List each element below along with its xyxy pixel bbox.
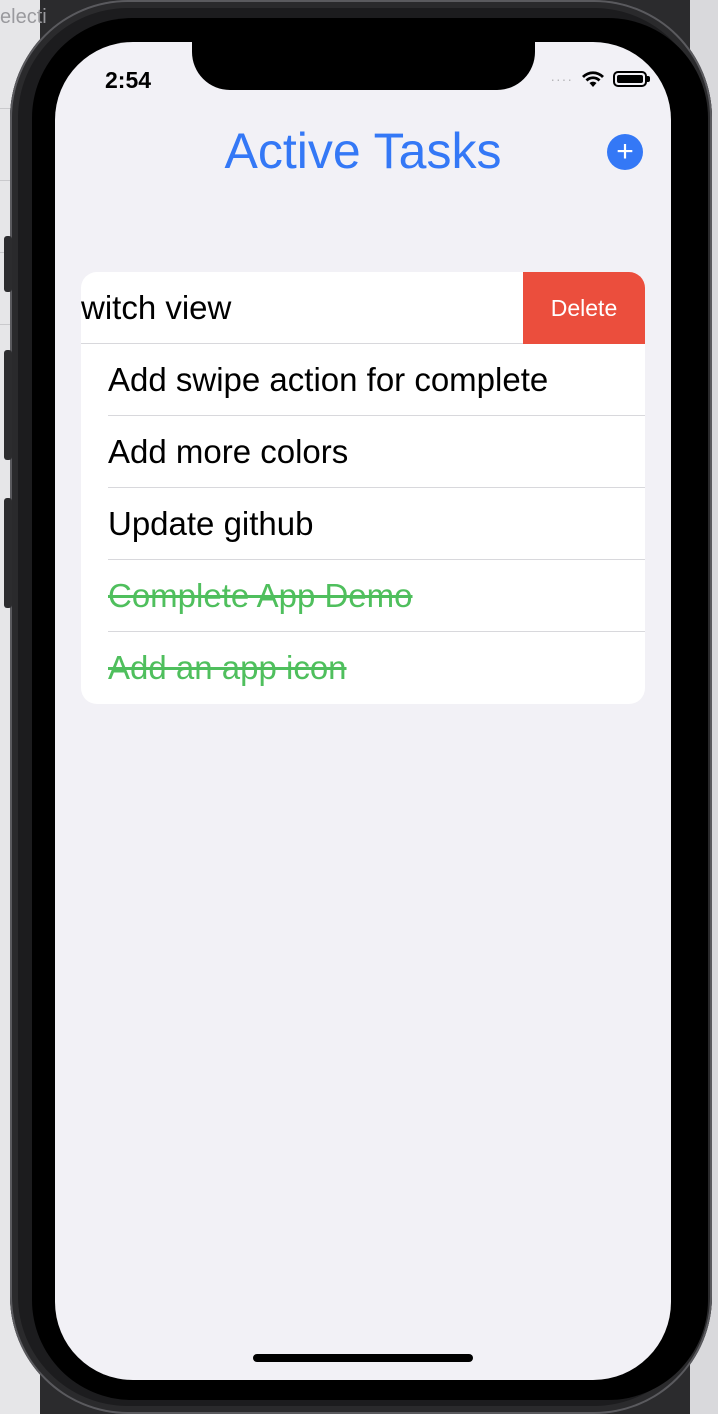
status-bar-indicators: ···· <box>550 70 650 88</box>
task-label: Add swipe action for complete <box>108 361 549 398</box>
host-window-fragment-text: electi <box>0 6 47 28</box>
plus-circle-icon: + <box>616 135 634 168</box>
task-label: Add more colors <box>108 433 349 470</box>
task-label: Complete App Demo <box>108 577 413 614</box>
task-label: witch view <box>81 289 232 326</box>
task-row-completed[interactable]: Add an app icon <box>81 632 645 704</box>
delete-button[interactable]: Delete <box>523 272 645 344</box>
status-bar-time: 2:54 <box>105 67 152 93</box>
task-row-completed[interactable]: Complete App Demo <box>81 560 645 632</box>
home-indicator[interactable] <box>253 1354 473 1362</box>
task-row[interactable]: Update github <box>81 488 645 560</box>
task-list: witch view Delete Add swipe action for c… <box>81 272 645 704</box>
task-row[interactable]: witch view Delete <box>81 272 645 344</box>
volume-down-button <box>4 498 12 608</box>
cellular-signal-icon: ···· <box>550 71 573 87</box>
notch <box>192 42 535 90</box>
mute-switch <box>4 236 12 292</box>
task-row[interactable]: Add more colors <box>81 416 645 488</box>
app-screen: 2:54 ···· Active Tasks + witch view Dele… <box>55 42 671 1380</box>
volume-up-button <box>4 350 12 460</box>
task-label: Add an app icon <box>108 649 347 686</box>
task-label: Update github <box>108 505 314 542</box>
page-title: Active Tasks <box>224 123 502 179</box>
battery-icon <box>613 71 650 87</box>
wifi-icon <box>582 71 604 87</box>
add-task-button[interactable]: + <box>607 134 643 170</box>
task-row[interactable]: Add swipe action for complete <box>81 344 645 416</box>
